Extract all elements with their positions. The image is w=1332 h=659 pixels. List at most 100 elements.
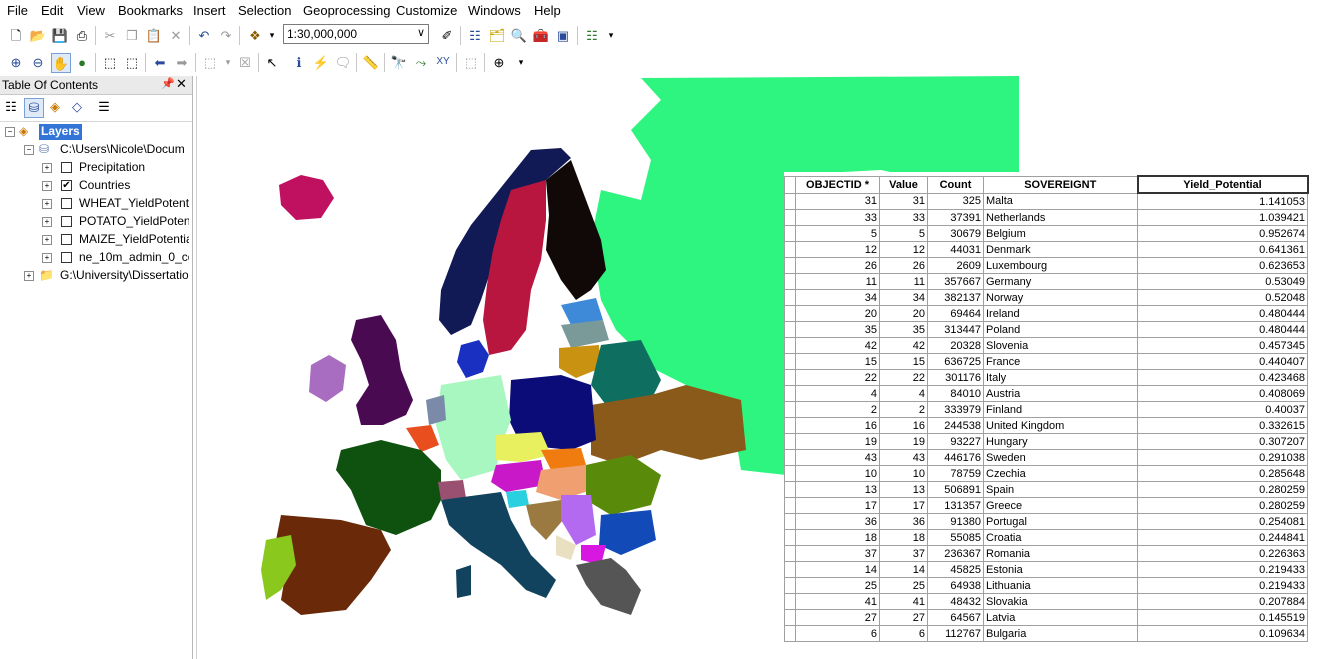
table-row[interactable]: 12 12 44031 Denmark 0.641361 bbox=[784, 241, 1308, 258]
layer-maize[interactable]: MAIZE_YieldPotentia bbox=[79, 232, 189, 248]
go-to-xy-icon[interactable]: XY bbox=[434, 53, 452, 71]
copy-icon[interactable]: ❐ bbox=[123, 26, 141, 44]
clear-selection-icon[interactable]: ☒ bbox=[236, 53, 254, 71]
layer-checkbox-ne10m[interactable] bbox=[61, 252, 72, 263]
table-row[interactable]: 13 13 506891 Spain 0.280259 bbox=[784, 481, 1308, 498]
layer-precipitation[interactable]: Precipitation bbox=[79, 160, 145, 176]
expand-icon[interactable]: + bbox=[24, 271, 34, 281]
layer-countries[interactable]: Countries bbox=[79, 178, 130, 194]
toolbar-options-icon[interactable]: ▾ bbox=[602, 26, 620, 44]
row-selector-header[interactable] bbox=[784, 175, 796, 194]
list-by-selection-icon[interactable]: ◇ bbox=[68, 98, 86, 116]
menu-selection[interactable]: Selection bbox=[238, 3, 291, 18]
table-row[interactable]: 20 20 69464 Ireland 0.480444 bbox=[784, 305, 1308, 322]
expand-icon[interactable]: + bbox=[42, 217, 52, 227]
open-folder-icon[interactable]: 📂 bbox=[29, 26, 47, 44]
redo-icon[interactable]: ↷ bbox=[217, 26, 235, 44]
pan-icon[interactable]: ✋ bbox=[51, 53, 71, 73]
save-icon[interactable]: 💾 bbox=[51, 26, 69, 44]
list-by-visibility-icon[interactable]: ◈ bbox=[46, 98, 64, 116]
collapse-icon[interactable]: − bbox=[5, 127, 15, 137]
menu-geoprocessing[interactable]: Geoprocessing bbox=[303, 3, 390, 18]
print-icon[interactable]: ⎙ bbox=[73, 26, 91, 44]
zoom-out-icon[interactable]: ⊖ bbox=[29, 53, 47, 71]
catalog-icon[interactable]: 🗂 bbox=[488, 26, 506, 44]
list-by-source-icon[interactable]: ⛁ bbox=[24, 98, 44, 118]
row-selector[interactable] bbox=[784, 241, 796, 258]
row-selector[interactable] bbox=[784, 385, 796, 402]
python-window-icon[interactable]: ▣ bbox=[554, 26, 572, 44]
fixed-zoom-out-icon[interactable]: ⬚ bbox=[123, 53, 141, 71]
row-selector[interactable] bbox=[784, 609, 796, 626]
menu-view[interactable]: View bbox=[77, 3, 105, 18]
table-row[interactable]: 19 19 93227 Hungary 0.307207 bbox=[784, 433, 1308, 450]
row-selector[interactable] bbox=[784, 545, 796, 562]
column-header-count[interactable]: Count bbox=[927, 175, 984, 194]
collapse-icon[interactable]: − bbox=[24, 145, 34, 155]
create-viewer-window-icon[interactable]: ⊕ bbox=[490, 53, 508, 71]
row-selector[interactable] bbox=[784, 433, 796, 450]
table-row[interactable]: 5 5 30679 Belgium 0.952674 bbox=[784, 225, 1308, 242]
column-header-yield-potential[interactable]: Yield_Potential bbox=[1136, 175, 1309, 194]
html-popup-icon[interactable]: 🗨 bbox=[334, 53, 352, 71]
pin-icon[interactable]: 📌 bbox=[161, 77, 175, 90]
row-selector[interactable] bbox=[784, 513, 796, 530]
close-icon[interactable]: ✕ bbox=[176, 76, 187, 92]
table-row[interactable]: 10 10 78759 Czechia 0.285648 bbox=[784, 465, 1308, 482]
table-row[interactable]: 16 16 244538 United Kingdom 0.332615 bbox=[784, 417, 1308, 434]
table-row[interactable]: 25 25 64938 Lithuania 0.219433 bbox=[784, 577, 1308, 594]
table-row[interactable]: 15 15 636725 France 0.440407 bbox=[784, 353, 1308, 370]
paste-icon[interactable]: 📋 bbox=[145, 26, 163, 44]
layer-potato[interactable]: POTATO_YieldPoten bbox=[79, 214, 189, 230]
chevron-down-icon[interactable]: ∨ bbox=[417, 26, 425, 39]
table-row[interactable]: 43 43 446176 Sweden 0.291038 bbox=[784, 449, 1308, 466]
row-selector[interactable] bbox=[784, 192, 796, 210]
menu-insert[interactable]: Insert bbox=[193, 3, 226, 18]
menu-file[interactable]: File bbox=[7, 3, 28, 18]
menu-bookmarks[interactable]: Bookmarks bbox=[118, 3, 183, 18]
table-row[interactable]: 14 14 45825 Estonia 0.219433 bbox=[784, 561, 1308, 578]
layer-checkbox-countries[interactable]: ✔ bbox=[61, 180, 72, 191]
table-row[interactable]: 37 37 236367 Romania 0.226363 bbox=[784, 545, 1308, 562]
row-selector[interactable] bbox=[784, 273, 796, 290]
table-row[interactable]: 34 34 382137 Norway 0.52048 bbox=[784, 289, 1308, 306]
row-selector[interactable] bbox=[784, 209, 796, 226]
row-selector[interactable] bbox=[784, 369, 796, 386]
table-row[interactable]: 35 35 313447 Poland 0.480444 bbox=[784, 321, 1308, 338]
table-row[interactable]: 6 6 112767 Bulgaria 0.109634 bbox=[784, 625, 1308, 642]
expand-icon[interactable]: + bbox=[42, 235, 52, 245]
select-features-icon[interactable]: ⬚ bbox=[201, 53, 219, 71]
undo-icon[interactable]: ↶ bbox=[195, 26, 213, 44]
row-selector[interactable] bbox=[784, 497, 796, 514]
table-row[interactable]: 27 27 64567 Latvia 0.145519 bbox=[784, 609, 1308, 626]
list-by-drawing-order-icon[interactable]: ☷ bbox=[2, 98, 20, 116]
map-scale-combobox[interactable]: 1:30,000,000 ∨ bbox=[283, 24, 429, 44]
select-dropdown-icon[interactable]: ▾ bbox=[219, 53, 237, 71]
table-row[interactable]: 22 22 301176 Italy 0.423468 bbox=[784, 369, 1308, 386]
toc-options-icon[interactable]: ☰ bbox=[95, 98, 113, 116]
table-row[interactable]: 11 11 357667 Germany 0.53049 bbox=[784, 273, 1308, 290]
table-row[interactable]: 17 17 131357 Greece 0.280259 bbox=[784, 497, 1308, 514]
table-row[interactable]: 4 4 84010 Austria 0.408069 bbox=[784, 385, 1308, 402]
table-row[interactable]: 31 31 325 Malta 1.141053 bbox=[784, 192, 1308, 210]
layer-checkbox-precipitation[interactable] bbox=[61, 162, 72, 173]
row-selector[interactable] bbox=[784, 625, 796, 642]
table-row[interactable]: 42 42 20328 Slovenia 0.457345 bbox=[784, 337, 1308, 354]
layer-ne10m[interactable]: ne_10m_admin_0_co bbox=[79, 250, 189, 266]
menu-windows[interactable]: Windows bbox=[468, 3, 521, 18]
table-of-contents-icon[interactable]: ☷ bbox=[466, 26, 484, 44]
row-selector[interactable] bbox=[784, 225, 796, 242]
row-selector[interactable] bbox=[784, 417, 796, 434]
tools-options-icon[interactable]: ▾ bbox=[512, 53, 530, 71]
row-selector[interactable] bbox=[784, 401, 796, 418]
hyperlink-icon[interactable]: ⚡ bbox=[312, 53, 330, 71]
find-route-icon[interactable]: ⤳ bbox=[412, 53, 430, 71]
layer-checkbox-potato[interactable] bbox=[61, 216, 72, 227]
select-elements-icon[interactable]: ↖ bbox=[263, 53, 281, 71]
layer-checkbox-wheat[interactable] bbox=[61, 198, 72, 209]
column-header-sovereignt[interactable]: SOVEREIGNT bbox=[983, 175, 1138, 194]
identify-icon[interactable]: ℹ bbox=[290, 53, 308, 71]
menu-edit[interactable]: Edit bbox=[41, 3, 63, 18]
expand-icon[interactable]: + bbox=[42, 199, 52, 209]
row-selector[interactable] bbox=[784, 289, 796, 306]
